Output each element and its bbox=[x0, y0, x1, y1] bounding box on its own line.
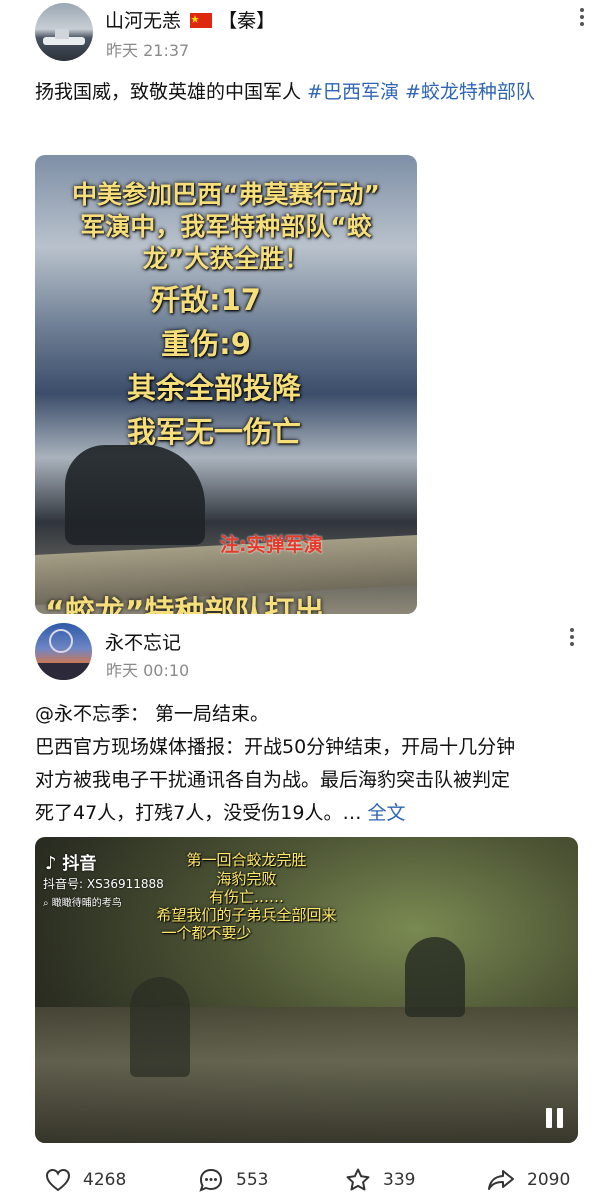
more-options-icon[interactable] bbox=[570, 628, 576, 649]
video-caption: 一个都不要少 bbox=[161, 924, 252, 942]
hashtag-link[interactable]: #蛟龙特种部队 bbox=[405, 81, 535, 103]
post-text: 扬我国威，致敬英雄的中国军人 #巴西军演 #蛟龙特种部队 bbox=[35, 76, 585, 109]
post-text-last: 死了47人，打残7人，没受伤19人。… bbox=[35, 802, 368, 824]
post-text-line: 死了47人，打残7人，没受伤19人。… 全文 bbox=[35, 797, 595, 830]
image-overlay-text: 我军无一伤亡 bbox=[126, 415, 301, 449]
post-text-line: @永不忘季： 第一局结束。 bbox=[35, 703, 270, 725]
like-button[interactable]: 4268 bbox=[45, 1160, 126, 1200]
share-count: 2090 bbox=[527, 1170, 571, 1190]
more-options-icon[interactable] bbox=[580, 8, 586, 29]
favorite-count: 339 bbox=[383, 1170, 416, 1190]
post-video[interactable]: ♪ 抖音 抖音号: XS36911888 ⌕ 瞰瞰待晡的考鸟 第一回合蛟龙完胜 … bbox=[35, 837, 578, 1143]
post-time: 昨天 21:37 bbox=[106, 41, 190, 60]
username[interactable]: 永不忘记 bbox=[105, 628, 181, 655]
post-text-line: 巴西官方现场媒体播报：开战50分钟结束，开局十几分钟 bbox=[35, 736, 516, 758]
soldier-figure bbox=[130, 977, 190, 1077]
soldier-figure bbox=[405, 937, 465, 1017]
hashtag-link[interactable]: #巴西军演 bbox=[307, 81, 399, 103]
soldier-silhouette bbox=[65, 445, 205, 545]
image-overlay-text: 歼敌:17 bbox=[151, 283, 261, 317]
image-overlay-text: 中美参加巴西“弗莫赛行动” bbox=[72, 180, 380, 209]
video-ground bbox=[35, 1007, 578, 1143]
like-count: 4268 bbox=[83, 1170, 127, 1190]
avatar[interactable] bbox=[35, 3, 93, 61]
image-overlay-text: 龙”大获全胜！ bbox=[142, 244, 310, 273]
post-text: @永不忘季： 第一局结束。 巴西官方现场媒体播报：开战50分钟结束，开局十几分钟… bbox=[35, 698, 595, 830]
username[interactable]: 山河无恙 【秦】 bbox=[105, 6, 275, 33]
china-flag-icon bbox=[190, 13, 213, 28]
favorite-button[interactable]: 339 bbox=[345, 1160, 415, 1200]
username-text: 山河无恙 bbox=[105, 10, 182, 32]
post-text-line: 对方被我电子干扰通讯各自为战。最后海豹突击队被判定 bbox=[35, 769, 511, 791]
share-button[interactable]: 2090 bbox=[487, 1160, 570, 1200]
user-tag: 【秦】 bbox=[218, 10, 276, 32]
image-bottom-text: “蛟龙”特种部队打出 bbox=[45, 595, 325, 614]
pause-icon[interactable] bbox=[545, 1108, 565, 1128]
video-caption: 第一回合蛟龙完胜 bbox=[186, 851, 307, 869]
post-image[interactable]: 中美参加巴西“弗莫赛行动” 军演中，我军特种部队“蛟 龙”大获全胜！ 歼敌:17… bbox=[35, 155, 417, 614]
image-overlay-text: 重伤:9 bbox=[161, 327, 251, 361]
avatar[interactable] bbox=[35, 623, 92, 680]
share-icon bbox=[488, 1170, 514, 1190]
image-note: 注:实弹军演 bbox=[220, 534, 323, 556]
post-text-main: 扬我国威，致敬英雄的中国军人 bbox=[35, 81, 308, 103]
star-icon bbox=[346, 1168, 370, 1191]
comment-icon bbox=[199, 1168, 223, 1192]
heart-icon bbox=[45, 1168, 71, 1192]
comment-button[interactable]: 553 bbox=[198, 1160, 268, 1200]
image-overlay-text: 军演中，我军特种部队“蛟 bbox=[80, 212, 372, 241]
post-1: 山河无恙 【秦】 昨天 21:37 扬我国威，致敬英雄的中国军人 #巴西军演 #… bbox=[0, 0, 610, 620]
full-text-link[interactable]: 全文 bbox=[367, 802, 405, 824]
action-bar: 4268 553 339 2090 bbox=[0, 1160, 610, 1200]
image-overlay-text: 其余全部投降 bbox=[126, 371, 301, 405]
post-time: 昨天 00:10 bbox=[106, 661, 190, 680]
comment-count: 553 bbox=[236, 1170, 269, 1190]
